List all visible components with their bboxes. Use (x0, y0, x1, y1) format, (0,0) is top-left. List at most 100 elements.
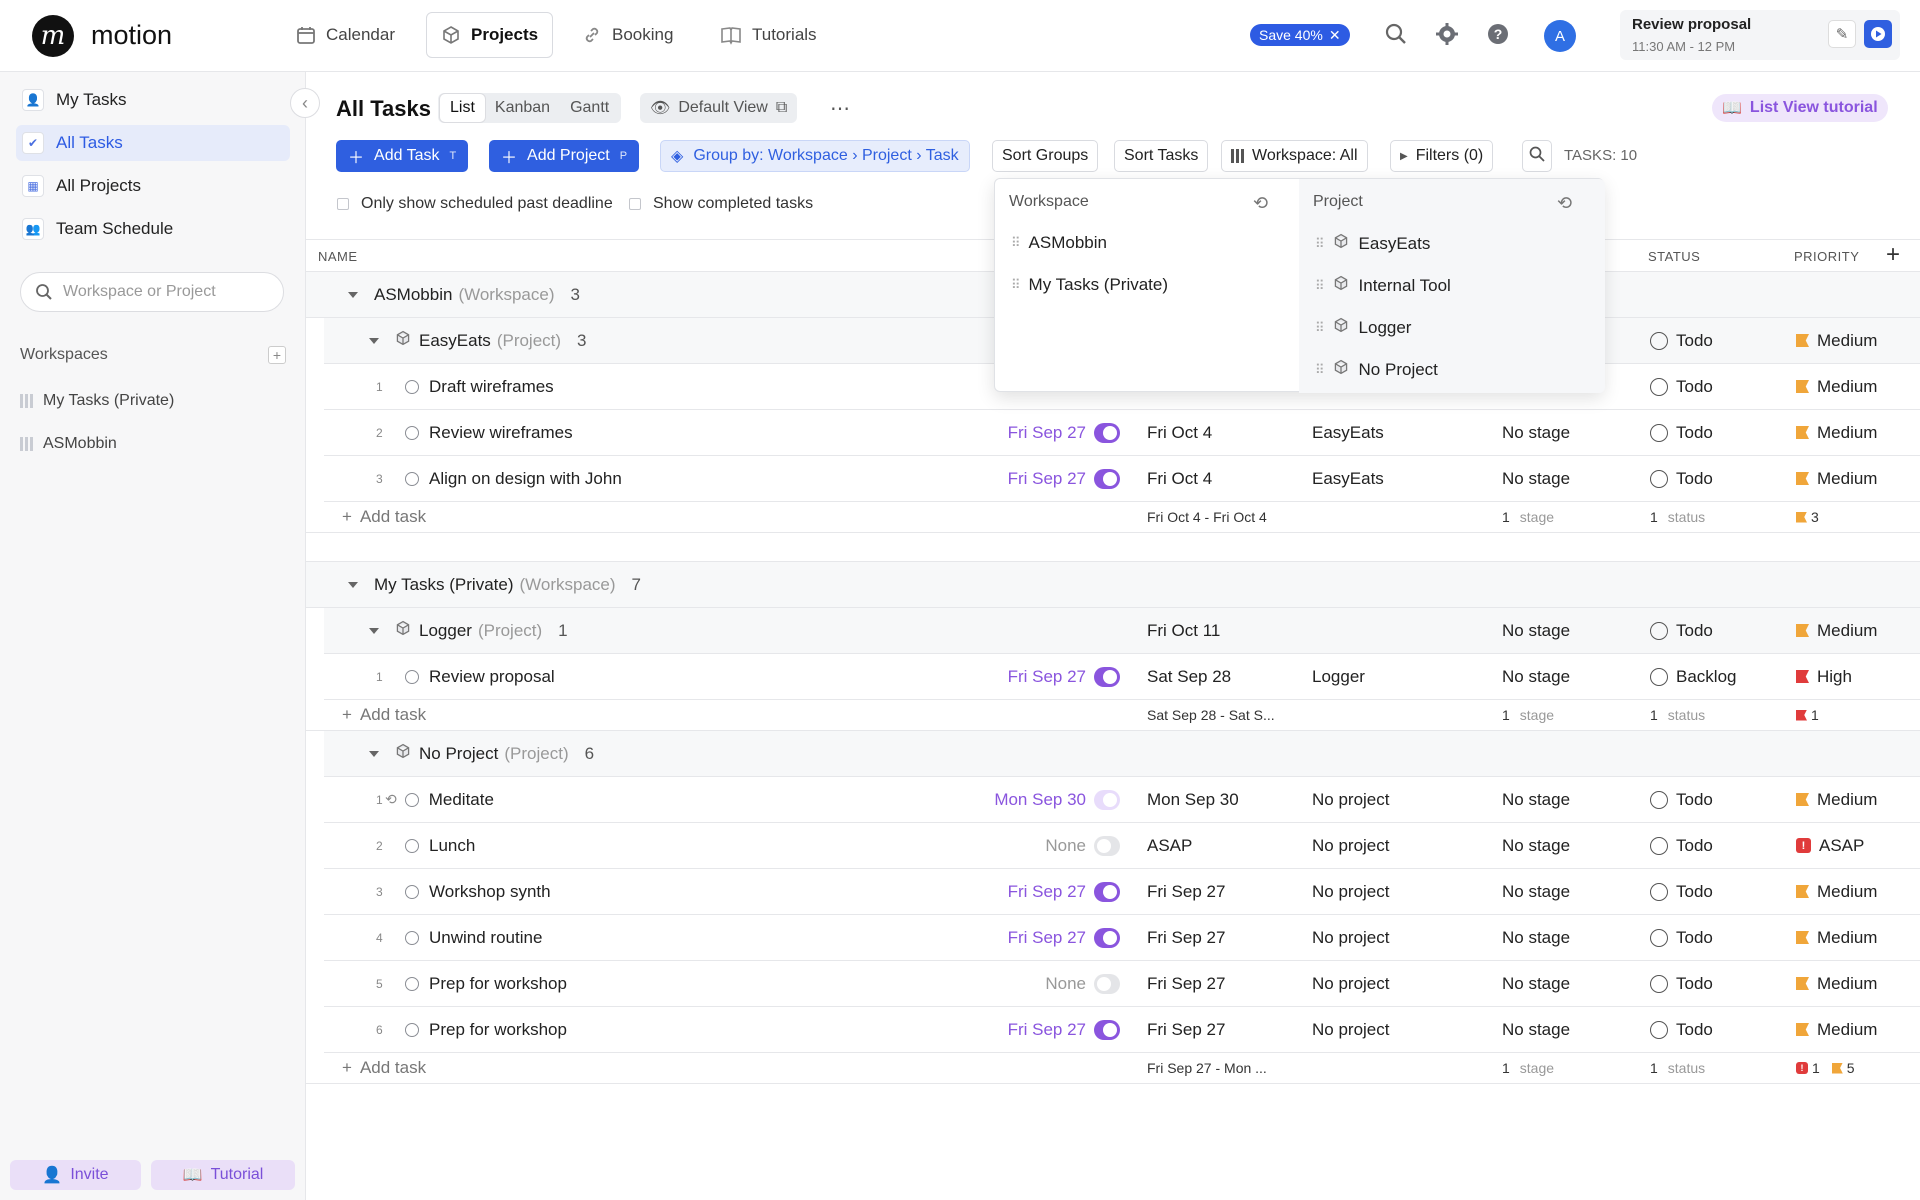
tutorial-button[interactable]: 📖 Tutorial (151, 1160, 295, 1190)
task-name[interactable]: Prep for workshop (405, 1007, 567, 1052)
sidebar-item-team-schedule[interactable]: 👥 Team Schedule (16, 211, 290, 247)
task-priority[interactable]: Medium (1796, 1007, 1877, 1052)
task-project[interactable]: Logger (1312, 654, 1365, 699)
deadline-date[interactable]: Sat Sep 28 (1147, 654, 1231, 699)
table-row[interactable]: 3 Align on design with John Fri Sep 27 Fri … (306, 456, 1920, 501)
nav-tab-calendar[interactable]: Calendar (282, 12, 409, 58)
task-complete-circle-icon[interactable] (405, 471, 419, 486)
table-row[interactable]: 6 Prep for workshop Fri Sep 27 Fri Sep 27 No… (306, 1007, 1920, 1052)
deadline-date[interactable]: Fri Sep 27 (1147, 961, 1225, 1006)
scheduled-date[interactable]: None (1045, 823, 1120, 868)
table-row[interactable]: 2 Lunch None ASAP No project No stage Todo! ASA… (306, 823, 1920, 868)
task-project[interactable]: EasyEats (1312, 456, 1384, 501)
auto-schedule-toggle[interactable] (1094, 468, 1120, 489)
task-complete-circle-icon[interactable] (405, 425, 419, 440)
task-status[interactable]: Todo (1650, 456, 1713, 501)
task-status[interactable]: Todo (1650, 410, 1713, 455)
sidebar-item-all-tasks[interactable]: ✔ All Tasks (16, 125, 290, 161)
auto-schedule-toggle[interactable] (1094, 422, 1120, 443)
avatar[interactable]: A (1544, 20, 1576, 52)
dropdown-project-item[interactable]: ⠿ EasyEats (1315, 233, 1430, 254)
table-row[interactable]: 1 ⟲ Meditate Mon Sep 30 Mon Sep 30 No project… (306, 777, 1920, 822)
task-name[interactable]: Draft wireframes (405, 364, 554, 409)
task-name[interactable]: Prep for workshop (405, 961, 567, 1006)
task-name[interactable]: Unwind routine (405, 915, 542, 960)
deadline-date[interactable]: Fri Sep 27 (1147, 869, 1225, 914)
add-task-button[interactable]: ＋ Add Task T (336, 140, 469, 172)
auto-schedule-toggle[interactable] (1094, 927, 1120, 948)
play-icon[interactable] (1864, 20, 1892, 48)
column-header-priority[interactable]: PRIORITY (1794, 249, 1859, 264)
auto-schedule-toggle[interactable] (1094, 881, 1120, 902)
deadline-date[interactable]: Fri Oct 4 (1147, 456, 1212, 501)
task-priority[interactable]: Medium (1796, 456, 1877, 501)
scheduled-date[interactable]: Fri Sep 27 (1008, 1007, 1120, 1052)
task-stage[interactable]: No stage (1502, 1007, 1570, 1052)
task-name[interactable]: Review proposal (405, 654, 555, 699)
nav-tab-projects[interactable]: Projects (426, 12, 554, 58)
scheduled-date[interactable]: Fri Sep 27 (1008, 915, 1120, 960)
table-row[interactable]: 4 Unwind routine Fri Sep 27 Fri Sep 27 No pr… (306, 915, 1920, 960)
close-icon[interactable]: ✕ (1329, 27, 1341, 44)
search-icon[interactable] (1384, 22, 1410, 48)
workspace-search-input[interactable]: Workspace or Project (20, 272, 284, 312)
add-task-button[interactable]: + Add task (342, 502, 426, 532)
collapse-caret-icon[interactable] (369, 750, 379, 757)
auto-schedule-toggle[interactable] (1094, 973, 1120, 994)
deadline-date[interactable]: ASAP (1147, 823, 1192, 868)
task-priority[interactable]: Medium (1796, 364, 1877, 409)
scheduled-date[interactable]: Fri Sep 27 (1008, 456, 1120, 501)
drag-handle-icon[interactable]: ⠿ (1315, 236, 1324, 252)
column-header-status[interactable]: STATUS (1648, 249, 1700, 264)
task-complete-circle-icon[interactable] (405, 930, 419, 945)
collapse-caret-icon[interactable] (369, 337, 379, 344)
auto-schedule-toggle[interactable] (1094, 666, 1120, 687)
task-stage[interactable]: No stage (1502, 869, 1570, 914)
task-priority[interactable]: Medium (1796, 410, 1877, 455)
sort-groups-button[interactable]: Sort Groups (992, 140, 1099, 172)
show-completed-toggle[interactable]: Show completed tasks (629, 195, 813, 213)
scheduled-date[interactable]: Mon Sep 30 (994, 777, 1120, 822)
scheduled-date[interactable]: Fri Sep 27 (1008, 869, 1120, 914)
add-task-button[interactable]: + Add task (342, 700, 426, 730)
auto-schedule-toggle[interactable] (1094, 1019, 1120, 1040)
task-complete-circle-icon[interactable] (404, 792, 419, 807)
scheduled-date[interactable]: Fri Sep 27 (1008, 410, 1120, 455)
collapse-caret-icon[interactable] (348, 291, 358, 298)
task-name[interactable]: Workshop synth (405, 869, 551, 914)
task-stage[interactable]: No stage (1502, 915, 1570, 960)
task-project[interactable]: No project (1312, 915, 1389, 960)
refresh-icon[interactable]: ⟲ (1253, 193, 1268, 214)
task-stage[interactable]: No stage (1502, 823, 1570, 868)
view-tab-kanban[interactable]: Kanban (485, 94, 560, 122)
task-name[interactable]: Lunch (405, 823, 475, 868)
task-stage[interactable]: No stage (1502, 777, 1570, 822)
dropdown-project-item[interactable]: ⠿ Internal Tool (1315, 275, 1451, 296)
task-complete-circle-icon[interactable] (405, 1022, 419, 1037)
task-complete-circle-icon[interactable] (405, 884, 419, 899)
copy-icon[interactable]: ⧉ (776, 99, 787, 117)
workspace-filter-button[interactable]: Workspace: All (1221, 140, 1368, 172)
task-complete-circle-icon[interactable] (405, 976, 419, 991)
task-status[interactable]: Todo (1650, 869, 1713, 914)
task-status[interactable]: Todo (1650, 777, 1713, 822)
task-project[interactable]: No project (1312, 1007, 1389, 1052)
filters-button[interactable]: ▶ Filters (0) (1390, 140, 1494, 172)
task-priority[interactable]: Medium (1796, 869, 1877, 914)
scheduled-date[interactable]: None (1045, 961, 1120, 1006)
auto-schedule-toggle[interactable] (1094, 789, 1120, 810)
task-complete-circle-icon[interactable] (405, 838, 419, 853)
collapse-caret-icon[interactable] (369, 627, 379, 634)
deadline-date[interactable]: Fri Sep 27 (1147, 1007, 1225, 1052)
drag-handle-icon[interactable]: ⠿ (1011, 277, 1020, 293)
more-options-icon[interactable]: ⋯ (830, 96, 850, 121)
task-project[interactable]: No project (1312, 869, 1389, 914)
checkbox[interactable] (629, 198, 641, 210)
workspace-group-row[interactable]: My Tasks (Private) (Workspace) 7 (306, 562, 1920, 607)
add-workspace-icon[interactable]: + (268, 346, 286, 364)
sort-tasks-button[interactable]: Sort Tasks (1114, 140, 1209, 172)
task-name[interactable]: Review wireframes (405, 410, 573, 455)
task-project[interactable]: No project (1312, 777, 1389, 822)
project-group-row[interactable]: Logger (Project) 1 Fri Oct 11 No stage Todo Me… (324, 608, 1920, 653)
group-by-button[interactable]: ◈ Group by: Workspace › Project › Task (660, 140, 970, 172)
